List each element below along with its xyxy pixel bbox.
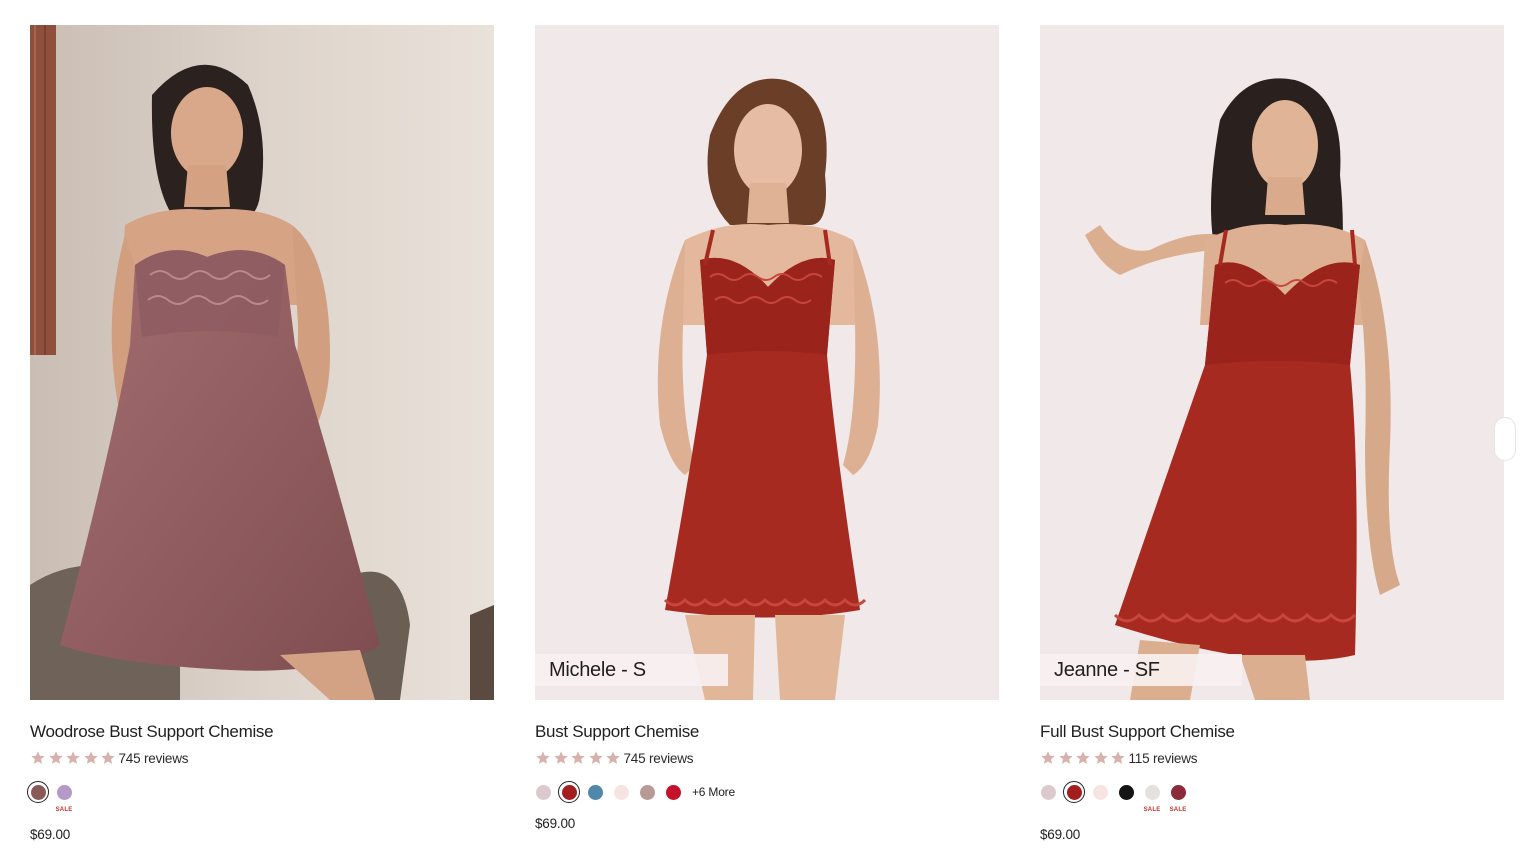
swatch-dot xyxy=(1144,784,1160,800)
product-card[interactable]: Woodrose Bust Support Chemise 745 review… xyxy=(27,25,494,858)
star-icon xyxy=(1110,750,1126,766)
star-icon xyxy=(65,750,81,766)
star-icon xyxy=(30,750,46,766)
swatch-dot xyxy=(561,784,577,800)
product-price: $69.00 xyxy=(535,816,576,831)
product-price: $69.00 xyxy=(30,827,71,842)
color-swatch[interactable] xyxy=(1089,781,1111,803)
swatch-dot xyxy=(587,784,603,800)
sale-label: SALE xyxy=(55,807,73,813)
star-icon xyxy=(553,750,569,766)
star-icon xyxy=(588,750,604,766)
color-swatch[interactable] xyxy=(1037,781,1059,803)
rating[interactable]: 745 reviews xyxy=(30,749,189,767)
star-icon xyxy=(605,750,621,766)
product-card[interactable]: Michele - S Bust Support Chemise 745 rev… xyxy=(535,25,999,858)
product-card[interactable]: Jeanne - SF Full Bust Support Chemise 11… xyxy=(1040,25,1504,858)
color-swatches: SALE xyxy=(27,779,494,813)
sale-label: SALE xyxy=(1169,807,1187,813)
swatch-dot xyxy=(1066,784,1082,800)
star-icon xyxy=(1093,750,1109,766)
carousel-next-button[interactable] xyxy=(1494,417,1516,461)
color-swatch[interactable]: SALE xyxy=(1141,781,1163,813)
review-count[interactable]: 745 reviews xyxy=(119,751,189,766)
product-image[interactable]: Jeanne - SF xyxy=(1040,25,1504,700)
star-icon xyxy=(83,750,99,766)
star-icon xyxy=(100,750,116,766)
color-swatch[interactable] xyxy=(610,781,632,803)
rating[interactable]: 115 reviews xyxy=(1040,749,1198,767)
star-icon xyxy=(1058,750,1074,766)
color-swatch[interactable] xyxy=(558,781,580,803)
product-grid: Woodrose Bust Support Chemise 745 review… xyxy=(27,25,1516,858)
star-icon xyxy=(1075,750,1091,766)
model-tag: Michele - S xyxy=(535,654,728,686)
swatch-dot xyxy=(1040,784,1056,800)
swatch-dot xyxy=(1118,784,1134,800)
star-icon xyxy=(1040,750,1056,766)
color-swatch[interactable] xyxy=(636,781,658,803)
swatch-dot xyxy=(639,784,655,800)
product-title[interactable]: Full Bust Support Chemise xyxy=(1040,722,1235,742)
review-count[interactable]: 745 reviews xyxy=(624,751,694,766)
color-swatch[interactable] xyxy=(27,781,49,803)
color-swatch[interactable] xyxy=(1115,781,1137,803)
product-price: $69.00 xyxy=(1040,827,1081,842)
product-title[interactable]: Woodrose Bust Support Chemise xyxy=(30,722,274,742)
rating[interactable]: 745 reviews xyxy=(535,749,694,767)
color-swatches: SALE SALE xyxy=(1040,779,1504,813)
star-icon xyxy=(535,750,551,766)
product-photo xyxy=(1040,25,1504,700)
swatch-dot xyxy=(56,784,72,800)
swatch-dot xyxy=(613,784,629,800)
color-swatch[interactable] xyxy=(662,781,684,803)
color-swatch[interactable]: SALE xyxy=(53,781,75,813)
product-image[interactable]: Michele - S xyxy=(535,25,999,700)
more-colors-link[interactable]: +6 More xyxy=(692,785,735,799)
product-photo xyxy=(30,25,494,700)
review-count[interactable]: 115 reviews xyxy=(1129,751,1198,766)
sale-label: SALE xyxy=(1143,807,1161,813)
model-tag: Jeanne - SF xyxy=(1040,654,1242,686)
star-icon xyxy=(48,750,64,766)
color-swatch[interactable] xyxy=(1063,781,1085,803)
swatch-dot xyxy=(1170,784,1186,800)
product-title[interactable]: Bust Support Chemise xyxy=(535,722,699,742)
color-swatches: +6 More xyxy=(535,779,999,813)
swatch-dot xyxy=(665,784,681,800)
swatch-dot xyxy=(30,784,46,800)
color-swatch[interactable]: SALE xyxy=(1167,781,1189,813)
star-icon xyxy=(570,750,586,766)
swatch-dot xyxy=(1092,784,1108,800)
color-swatch[interactable] xyxy=(584,781,606,803)
swatch-dot xyxy=(535,784,551,800)
product-photo xyxy=(535,25,999,700)
color-swatch[interactable] xyxy=(532,781,554,803)
product-image[interactable] xyxy=(30,25,494,700)
